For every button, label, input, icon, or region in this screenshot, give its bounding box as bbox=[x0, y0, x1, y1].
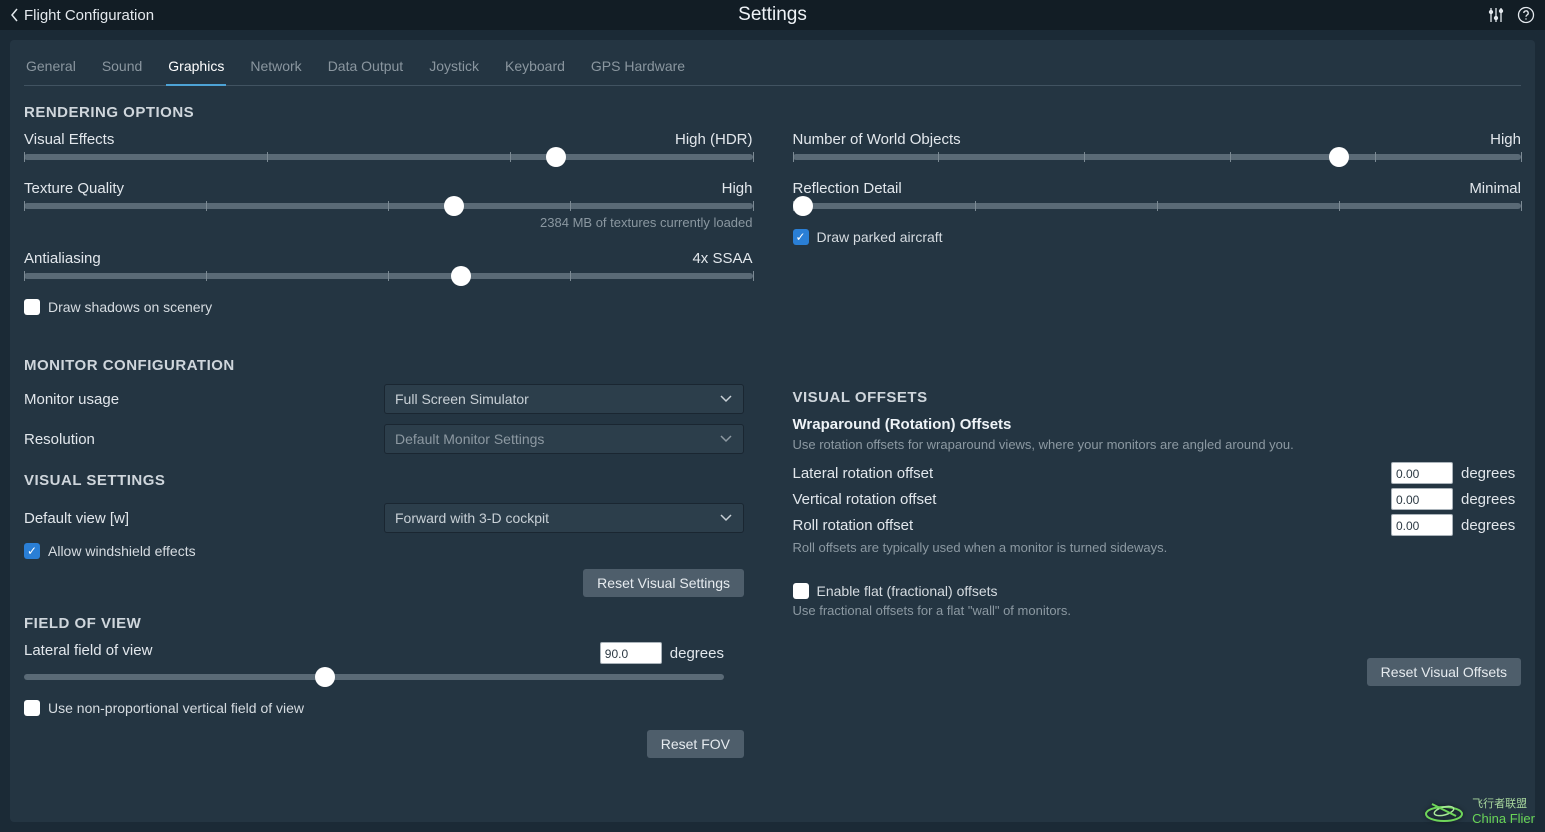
reset-fov-button[interactable]: Reset FOV bbox=[647, 730, 744, 758]
section-fov: FIELD OF VIEW bbox=[24, 615, 753, 632]
slider-visual-effects: Visual EffectsHigh (HDR) bbox=[24, 131, 753, 160]
checkbox-flat-offsets[interactable]: Enable flat (fractional) offsets bbox=[793, 583, 1522, 599]
vertical-offset-input[interactable]: 0.00 bbox=[1391, 488, 1453, 510]
tab-data-output[interactable]: Data Output bbox=[326, 52, 406, 85]
slider-world-objects: Number of World ObjectsHigh bbox=[793, 131, 1522, 160]
tab-graphics[interactable]: Graphics bbox=[166, 52, 226, 86]
section-rendering: RENDERING OPTIONS bbox=[24, 104, 1521, 121]
offsets-heading: Wraparound (Rotation) Offsets bbox=[793, 416, 1522, 433]
offset-roll: Roll rotation offset 0.00 degrees bbox=[793, 514, 1522, 536]
checkbox-icon[interactable] bbox=[24, 299, 40, 315]
checkbox-icon[interactable] bbox=[24, 543, 40, 559]
slider-thumb[interactable] bbox=[451, 266, 471, 286]
slider-thumb[interactable] bbox=[444, 196, 464, 216]
chevron-down-icon bbox=[719, 513, 733, 523]
slider-track[interactable] bbox=[24, 203, 753, 209]
slider-thumb[interactable] bbox=[546, 147, 566, 167]
section-visual-offsets: VISUAL OFFSETS bbox=[793, 389, 1522, 406]
reset-offsets-button[interactable]: Reset Visual Offsets bbox=[1367, 658, 1521, 686]
checkbox-windshield[interactable]: Allow windshield effects bbox=[24, 543, 753, 559]
checkbox-shadows[interactable]: Draw shadows on scenery bbox=[24, 299, 753, 315]
slider-track[interactable] bbox=[24, 674, 724, 680]
tabs: General Sound Graphics Network Data Output Jo… bbox=[24, 52, 1521, 86]
back-label: Flight Configuration bbox=[24, 7, 154, 24]
tab-joystick[interactable]: Joystick bbox=[427, 52, 481, 85]
slider-track[interactable] bbox=[24, 273, 753, 279]
slider-texture-quality: Texture QualityHigh 2384 MB of textures … bbox=[24, 180, 753, 230]
slider-track[interactable] bbox=[793, 203, 1522, 209]
tab-general[interactable]: General bbox=[24, 52, 78, 85]
slider-reflection: Reflection DetailMinimal bbox=[793, 180, 1522, 209]
tab-gps-hardware[interactable]: GPS Hardware bbox=[589, 52, 687, 85]
chevron-left-icon bbox=[10, 8, 20, 22]
section-monitor: MONITOR CONFIGURATION bbox=[24, 357, 753, 374]
page-title: Settings bbox=[738, 4, 807, 26]
sliders-icon[interactable] bbox=[1487, 6, 1505, 24]
lateral-offset-input[interactable]: 0.00 bbox=[1391, 462, 1453, 484]
select-monitor-usage[interactable]: Full Screen Simulator bbox=[384, 384, 744, 414]
slider-thumb[interactable] bbox=[793, 196, 813, 216]
offset-lateral: Lateral rotation offset 0.00 degrees bbox=[793, 462, 1522, 484]
checkbox-icon[interactable] bbox=[793, 229, 809, 245]
roll-offset-input[interactable]: 0.00 bbox=[1391, 514, 1453, 536]
slider-track[interactable] bbox=[24, 154, 753, 160]
section-visual-settings: VISUAL SETTINGS bbox=[24, 472, 753, 489]
checkbox-parked-aircraft[interactable]: Draw parked aircraft bbox=[793, 229, 1522, 245]
checkbox-icon[interactable] bbox=[24, 700, 40, 716]
tab-sound[interactable]: Sound bbox=[100, 52, 144, 85]
slider-antialiasing: Antialiasing4x SSAA bbox=[24, 250, 753, 279]
select-resolution[interactable]: Default Monitor Settings bbox=[384, 424, 744, 454]
back-button[interactable]: Flight Configuration bbox=[10, 7, 154, 24]
checkbox-nonprop-fov[interactable]: Use non-proportional vertical field of v… bbox=[24, 700, 753, 716]
fov-input[interactable]: 90.0 bbox=[600, 642, 662, 664]
slider-track[interactable] bbox=[793, 154, 1522, 160]
chevron-down-icon bbox=[719, 394, 733, 404]
offset-vertical: Vertical rotation offset 0.00 degrees bbox=[793, 488, 1522, 510]
globe-icon bbox=[1422, 794, 1466, 826]
slider-thumb[interactable] bbox=[1329, 147, 1349, 167]
tab-network[interactable]: Network bbox=[248, 52, 303, 85]
help-icon[interactable] bbox=[1517, 6, 1535, 24]
slider-thumb[interactable] bbox=[315, 667, 335, 687]
watermark: 飞行者联盟 China Flier bbox=[1422, 794, 1535, 826]
reset-visual-button[interactable]: Reset Visual Settings bbox=[583, 569, 744, 597]
chevron-down-icon bbox=[719, 434, 733, 444]
select-default-view[interactable]: Forward with 3-D cockpit bbox=[384, 503, 744, 533]
tab-keyboard[interactable]: Keyboard bbox=[503, 52, 567, 85]
topbar: Flight Configuration Settings bbox=[0, 0, 1545, 30]
checkbox-icon[interactable] bbox=[793, 583, 809, 599]
settings-panel: General Sound Graphics Network Data Output Jo… bbox=[10, 40, 1535, 822]
